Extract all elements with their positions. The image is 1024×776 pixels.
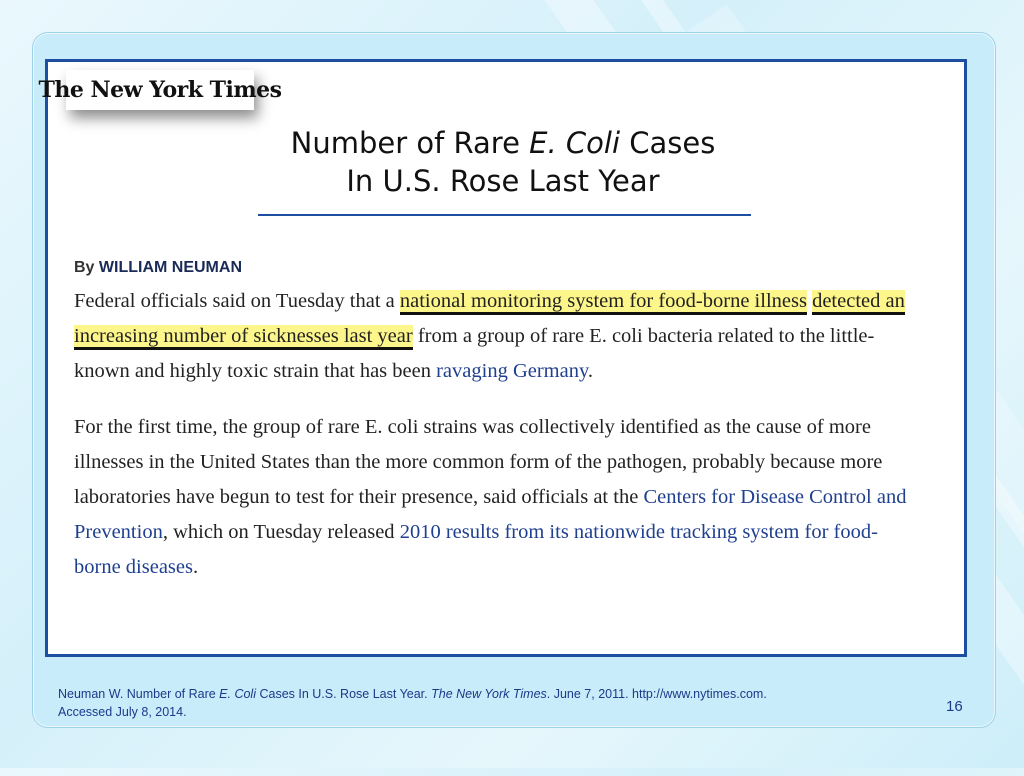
- p2-text-c: .: [192, 556, 199, 578]
- nyt-logo: The New York Times: [38, 70, 282, 110]
- title-text-2: Cases: [620, 126, 716, 160]
- article-paragraph-1: Federal officials said on Tuesday that a…: [74, 284, 924, 389]
- citation: Neuman W. Number of Rare E. Coli Cases I…: [58, 685, 858, 721]
- article-paragraph-2: For the first time, the group of rare E.…: [74, 410, 924, 585]
- title-underline: [258, 214, 751, 216]
- citation-italic-2: The New York Times: [431, 687, 547, 701]
- slide-title: Number of Rare E. Coli Cases In U.S. Ros…: [243, 124, 763, 200]
- citation-text-b: Cases In U.S. Rose Last Year.: [256, 687, 432, 701]
- p1-text-c: .: [587, 360, 594, 382]
- p1-text-a: Federal officials said on Tuesday that a: [74, 290, 400, 312]
- title-line-2: In U.S. Rose Last Year: [346, 164, 660, 198]
- byline: By WILLIAM NEUMAN: [74, 259, 242, 277]
- title-italic: E. Coli: [529, 126, 621, 160]
- citation-italic-1: E. Coli: [219, 687, 256, 701]
- highlighted-phrase-1: national monitoring system for food-born…: [399, 290, 807, 312]
- byline-author: WILLIAM NEUMAN: [98, 259, 242, 276]
- byline-prefix: By: [74, 259, 95, 276]
- citation-text-c: . June 7, 2011. http://www.nytimes.com.: [546, 687, 767, 701]
- citation-text-a: Neuman W. Number of Rare: [58, 687, 220, 701]
- page-number: 16: [946, 698, 963, 715]
- citation-line-2: Accessed July 8, 2014.: [58, 705, 187, 719]
- p2-text-b: , which on Tuesday released: [162, 521, 400, 543]
- title-text-1: Number of Rare: [290, 126, 530, 160]
- link-ravaging-germany[interactable]: ravaging Germany: [436, 360, 588, 382]
